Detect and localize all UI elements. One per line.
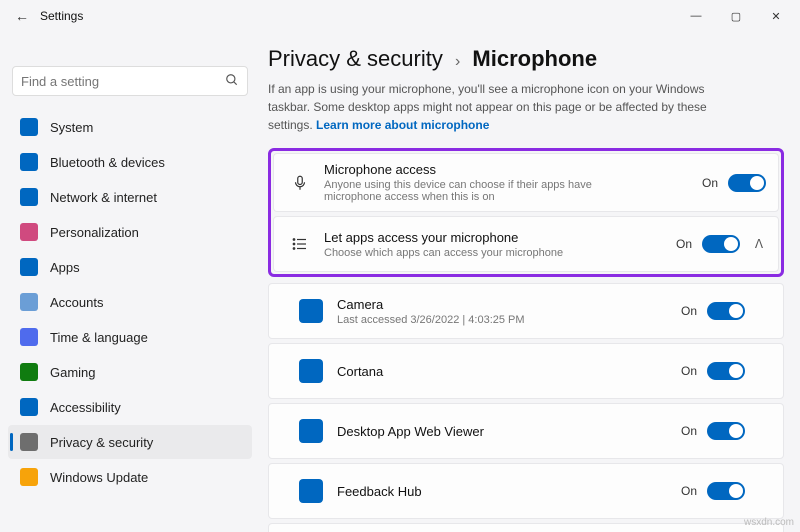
microphone-icon	[286, 174, 314, 192]
app-row-camera[interactable]: Camera Last accessed 3/26/2022 | 4:03:25 …	[268, 283, 784, 339]
app-icon	[299, 419, 323, 443]
app-name: Camera	[337, 297, 681, 312]
app-row-cortana[interactable]: CortanaOn	[268, 343, 784, 399]
titlebar: ← Settings — ▢ ✕	[0, 0, 800, 32]
chevron-right-icon: ›	[455, 53, 460, 70]
app-icon	[299, 479, 323, 503]
sidebar-item-accessibility[interactable]: Accessibility	[8, 390, 252, 424]
sidebar-item-personalization[interactable]: Personalization	[8, 215, 252, 249]
app-icon	[299, 299, 323, 323]
sidebar-item-label: Windows Update	[50, 470, 148, 485]
minimize-button[interactable]: —	[676, 2, 716, 30]
toggle-state-label: On	[681, 364, 697, 378]
app-name: Desktop App Web Viewer	[337, 424, 681, 439]
row-subtitle: Anyone using this device can choose if t…	[324, 179, 644, 203]
sidebar-item-bluetooth-devices[interactable]: Bluetooth & devices	[8, 145, 252, 179]
back-button[interactable]: ←	[4, 8, 40, 24]
sidebar: System Bluetooth & devices Network & inter…	[0, 32, 260, 532]
sidebar-item-privacy-security[interactable]: Privacy & security	[8, 425, 252, 459]
toggle-app[interactable]	[707, 482, 745, 500]
toggle-state-label: On	[702, 176, 718, 190]
app-subtitle: Last accessed 3/26/2022 | 4:03:25 PM	[337, 314, 657, 326]
toggle-state-label: On	[681, 304, 697, 318]
sidebar-item-gaming[interactable]: Gaming	[8, 355, 252, 389]
row-let-apps-access[interactable]: Let apps access your microphone Choose w…	[273, 216, 779, 272]
app-row-desktop-app-web-viewer[interactable]: Desktop App Web ViewerOn	[268, 403, 784, 459]
toggle-state-label: On	[676, 237, 692, 251]
close-button[interactable]: ✕	[756, 2, 796, 30]
row-title: Let apps access your microphone	[324, 230, 676, 245]
search-box[interactable]	[12, 66, 248, 96]
toggle-state-label: On	[681, 484, 697, 498]
nav-icon	[20, 153, 38, 171]
toggle-microphone-access[interactable]	[728, 174, 766, 192]
sidebar-item-label: Privacy & security	[50, 435, 153, 450]
chevron-up-icon[interactable]: ᐱ	[752, 237, 766, 251]
sidebar-item-label: Gaming	[50, 365, 96, 380]
sidebar-item-label: Accessibility	[50, 400, 121, 415]
toggle-app[interactable]	[707, 362, 745, 380]
nav-icon	[20, 398, 38, 416]
search-icon	[225, 73, 239, 90]
row-title: Microphone access	[324, 162, 702, 177]
nav-icon	[20, 293, 38, 311]
nav-icon	[20, 223, 38, 241]
nav-icon	[20, 363, 38, 381]
nav-icon	[20, 468, 38, 486]
app-row-feedback-hub[interactable]: Feedback HubOn	[268, 463, 784, 519]
nav-list: System Bluetooth & devices Network & inter…	[8, 110, 252, 520]
maximize-button[interactable]: ▢	[716, 2, 756, 30]
sidebar-item-network-internet[interactable]: Network & internet	[8, 180, 252, 214]
nav-icon	[20, 328, 38, 346]
app-row-get-help[interactable]: Get HelpOn	[268, 523, 784, 532]
nav-icon	[20, 118, 38, 136]
sidebar-item-label: System	[50, 120, 93, 135]
learn-more-link[interactable]: Learn more about microphone	[316, 118, 489, 132]
main-content: Privacy & security › Microphone If an ap…	[260, 32, 800, 532]
toggle-app[interactable]	[707, 302, 745, 320]
highlight-box: Microphone access Anyone using this devi…	[268, 148, 784, 277]
sidebar-item-label: Personalization	[50, 225, 139, 240]
sidebar-item-time-language[interactable]: Time & language	[8, 320, 252, 354]
sidebar-item-windows-update[interactable]: Windows Update	[8, 460, 252, 494]
nav-icon	[20, 258, 38, 276]
sidebar-item-label: Network & internet	[50, 190, 157, 205]
watermark: wsxdn.com	[744, 517, 794, 528]
app-name: Feedback Hub	[337, 484, 681, 499]
breadcrumb: Privacy & security › Microphone	[268, 46, 784, 72]
sidebar-item-label: Time & language	[50, 330, 148, 345]
sidebar-item-label: Accounts	[50, 295, 103, 310]
page-title: Microphone	[472, 46, 597, 71]
row-microphone-access[interactable]: Microphone access Anyone using this devi…	[273, 153, 779, 212]
intro-text: If an app is using your microphone, you'…	[268, 80, 748, 134]
app-name: Cortana	[337, 364, 681, 379]
search-input[interactable]	[21, 74, 225, 89]
sidebar-item-apps[interactable]: Apps	[8, 250, 252, 284]
list-icon	[286, 235, 314, 253]
nav-icon	[20, 433, 38, 451]
toggle-let-apps-access[interactable]	[702, 235, 740, 253]
sidebar-item-label: Apps	[50, 260, 80, 275]
sidebar-item-system[interactable]: System	[8, 110, 252, 144]
nav-icon	[20, 188, 38, 206]
toggle-state-label: On	[681, 424, 697, 438]
window-controls: — ▢ ✕	[676, 2, 796, 30]
toggle-app[interactable]	[707, 422, 745, 440]
sidebar-item-label: Bluetooth & devices	[50, 155, 165, 170]
window-title: Settings	[40, 9, 83, 23]
app-icon	[299, 359, 323, 383]
sidebar-item-accounts[interactable]: Accounts	[8, 285, 252, 319]
breadcrumb-parent[interactable]: Privacy & security	[268, 46, 443, 71]
row-subtitle: Choose which apps can access your microp…	[324, 247, 644, 259]
